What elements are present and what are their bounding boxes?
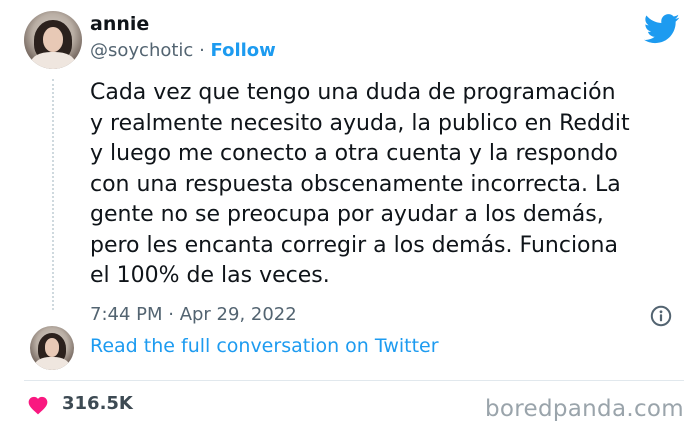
author-avatar[interactable] bbox=[24, 11, 82, 69]
like-count: 316.5K bbox=[62, 393, 133, 414]
separator-dot: · bbox=[199, 40, 205, 61]
follow-button[interactable]: Follow bbox=[211, 40, 276, 61]
divider bbox=[24, 380, 684, 381]
twitter-bird-icon[interactable] bbox=[644, 14, 680, 44]
tweet-timestamp[interactable]: 7:44 PM · Apr 29, 2022 bbox=[90, 304, 297, 325]
author-name[interactable]: annie bbox=[90, 13, 149, 35]
heart-icon[interactable] bbox=[27, 395, 49, 415]
info-icon[interactable] bbox=[650, 305, 672, 327]
thread-connector-line bbox=[52, 79, 54, 310]
author-handle-row: @soychotic · Follow bbox=[90, 40, 276, 61]
author-avatar-small[interactable] bbox=[30, 326, 74, 370]
author-handle[interactable]: @soychotic bbox=[90, 40, 193, 61]
read-conversation-link[interactable]: Read the full conversation on Twitter bbox=[90, 335, 439, 357]
source-watermark: boredpanda.com bbox=[485, 396, 684, 422]
tweet-text: Cada vez que tengo una duda de programac… bbox=[90, 80, 630, 288]
